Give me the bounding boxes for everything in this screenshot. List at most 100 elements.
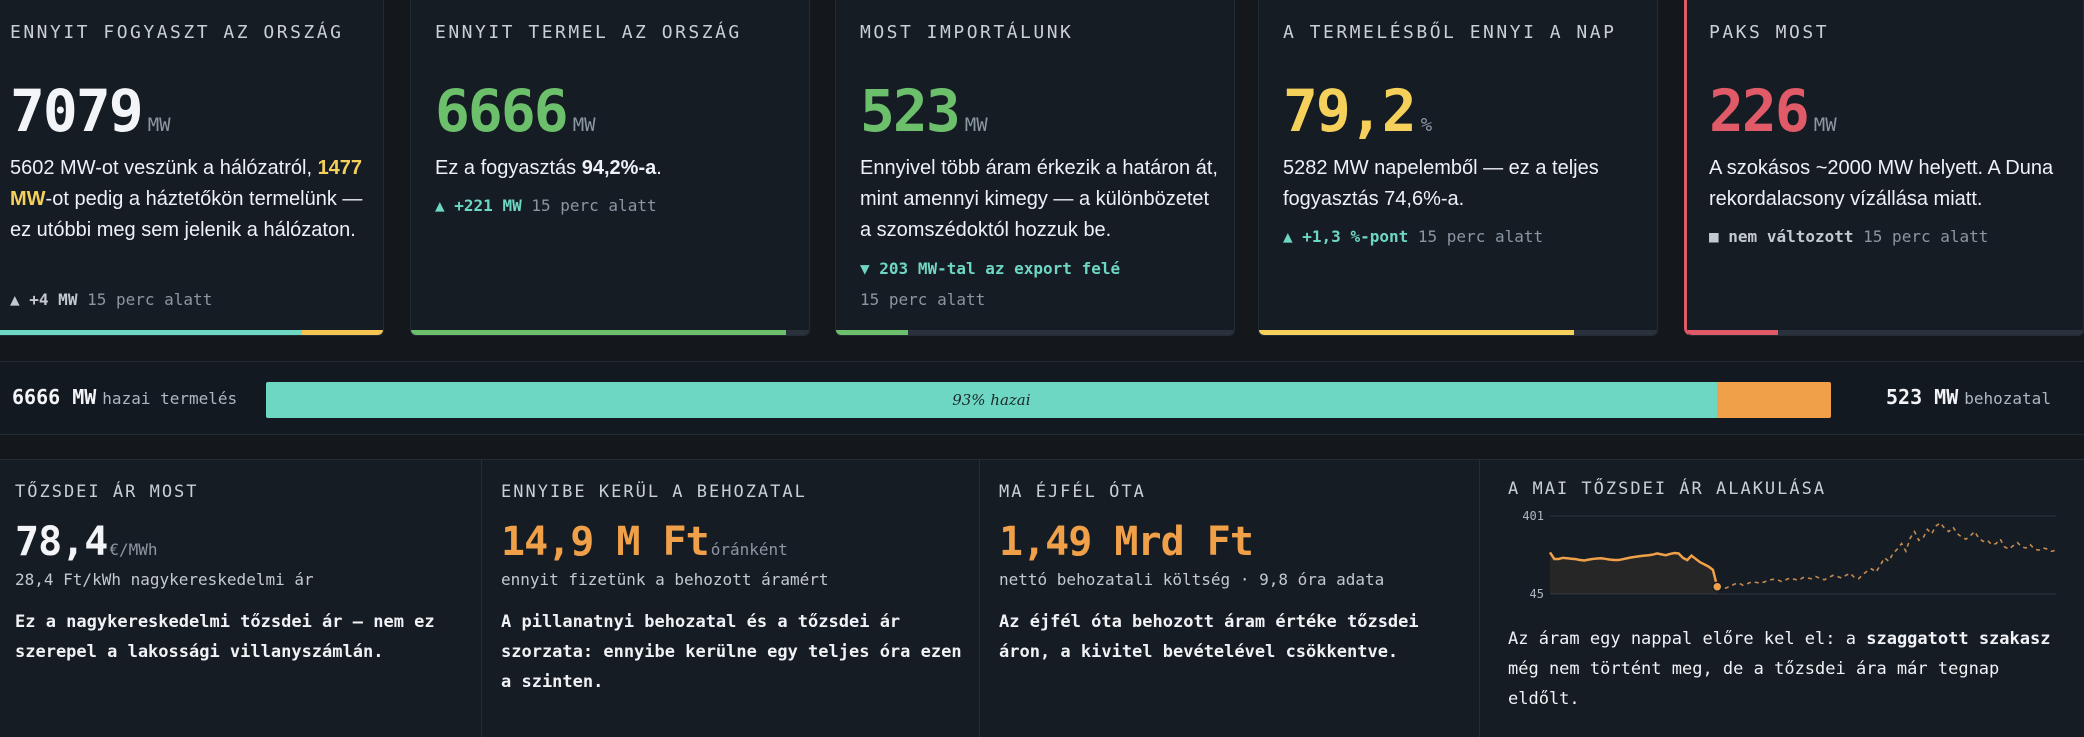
card-description: 5282 MW napelemből — ez a teljes fogyasz…	[1283, 153, 1641, 215]
panel-subtitle: 28,4 Ft/kWh nagykereskedelmi ár	[15, 570, 314, 589]
text-fragment: Az áram egy nappal előre kel el: a	[1508, 629, 1867, 649]
text-fragment: -ot pedig a háztetőkön termelünk — ez ut…	[10, 188, 363, 241]
domestic-production-caption: hazai termelés	[102, 389, 238, 408]
card-progress-bar	[1687, 330, 2083, 335]
exchange-price-panel: TŐZSDEI ÁR MOST 78,4 €/MWh 28,4 Ft/kWh na…	[0, 460, 481, 737]
progress-fill	[0, 330, 303, 335]
card-progress-bar	[411, 330, 809, 335]
card-label: MOST IMPORTÁLUNK	[860, 22, 1074, 43]
text-fragment: 5282 MW napelemből — ez a teljes fogyasz…	[1283, 157, 1599, 210]
panel-description: Az éjfél óta behozott áram értéke tőzsde…	[999, 612, 1419, 662]
card-label: ENNYIT TERMEL AZ ORSZÁG	[435, 22, 742, 43]
import-label: 523 MW behozatal	[1886, 385, 2051, 409]
panel-number: 14,9 M Ft	[501, 519, 710, 565]
panel-subtitle: nettó behozatali költség · 9,8 óra adata	[999, 570, 1385, 589]
card-number: 79,2	[1283, 77, 1417, 145]
domestic-production-value: 6666 MW	[12, 385, 97, 409]
panel-subtitle: ennyit fizetünk a behozott áramért	[501, 570, 829, 589]
card-progress-bar	[1259, 330, 1657, 335]
since-midnight-panel: MA ÉJFÉL ÓTA 1,49 Mrd Ft nettó behozatal…	[979, 460, 1479, 737]
price-chart-svg: 401 45	[1522, 509, 2057, 601]
card-change: ▲ +4 MW 15 perc alatt	[10, 290, 212, 309]
import-value: 523 MW	[1886, 385, 1959, 409]
import-share-fill	[1716, 382, 1831, 418]
text-fragment: szaggatott szakasz	[1866, 629, 2051, 649]
change-square-icon: ■	[1709, 227, 1719, 246]
panel-unit: €/MWh	[109, 540, 158, 559]
domestic-production-label: 6666 MW hazai termelés	[12, 385, 237, 409]
card-number: 226	[1709, 77, 1810, 145]
panel-label: TŐZSDEI ÁR MOST	[15, 482, 199, 502]
card-unit: MW	[572, 114, 596, 136]
card-label: PAKS MOST	[1709, 22, 1830, 43]
panel-description: Ez a nagykereskedelmi tőzsdei ár — nem e…	[15, 612, 435, 662]
card-value: 79,2%	[1283, 76, 1432, 160]
price-chart-panel: A MAI TŐZSDEI ÁR ALAKULÁSA 401 45 Az áram…	[1479, 460, 2084, 737]
import-card: MOST IMPORTÁLUNK 523 MW Ennyivel több ára…	[835, 0, 1235, 336]
domestic-share-text: 93% hazai	[952, 391, 1031, 409]
text-fragment: Ennyivel több áram érkezik a határon át,…	[860, 157, 1218, 241]
change-amount: +221 MW	[454, 196, 522, 215]
card-description: Ez a fogyasztás 94,2%-a.	[435, 153, 793, 184]
card-progress-bar	[0, 330, 383, 335]
panel-description: A pillanatnyi behozatal és a tőzsdei ár …	[501, 612, 962, 692]
card-label: A TERMELÉSBŐL ENNYI A NAP	[1283, 22, 1617, 43]
card-value: 226 MW	[1709, 76, 1837, 160]
panel-label: ENNYIBE KERÜL A BEHOZATAL	[501, 482, 807, 502]
progress-fill	[302, 330, 383, 335]
card-number: 6666	[435, 77, 569, 145]
card-change-period: 15 perc alatt	[860, 290, 986, 309]
text-fragment: .	[656, 157, 662, 179]
card-number: 523	[860, 77, 961, 145]
paks-card: PAKS MOST 226 MW A szokásos ~2000 MW hely…	[1684, 0, 2084, 336]
card-unit: MW	[147, 114, 171, 136]
card-description: Ennyivel több áram érkezik a határon át,…	[860, 153, 1218, 246]
current-price-dot	[1711, 581, 1723, 593]
price-panels-row: TŐZSDEI ÁR MOST 78,4 €/MWh 28,4 Ft/kWh na…	[0, 459, 2084, 737]
card-value: 523 MW	[860, 76, 988, 160]
panel-unit: óránként	[710, 540, 788, 559]
change-arrow-icon: ▲	[10, 290, 20, 309]
panel-value: 1,49 Mrd Ft	[999, 512, 1254, 572]
domestic-share-bar: 93% hazai	[266, 382, 1831, 418]
text-fragment: 94,2%-a	[581, 157, 657, 179]
panel-number: 1,49 Mrd Ft	[999, 519, 1254, 565]
change-amount: nem változott	[1728, 227, 1854, 246]
card-progress-bar	[836, 330, 1234, 335]
change-arrow-icon: ▲	[435, 196, 445, 215]
price-line-forecast	[1716, 521, 2057, 590]
progress-fill	[411, 330, 786, 335]
import-cost-panel: ENNYIBE KERÜL A BEHOZATAL 14,9 M Ft óránk…	[481, 460, 979, 737]
card-change: ■ nem változott 15 perc alatt	[1709, 227, 1988, 246]
change-arrow-icon: ▲	[1283, 227, 1293, 246]
card-unit: MW	[964, 114, 988, 136]
panel-label: MA ÉJFÉL ÓTA	[999, 482, 1146, 502]
y-tick-label: 45	[1530, 587, 1544, 601]
change-amount: 203 MW-tal az export felé	[879, 259, 1121, 278]
y-tick-label: 401	[1522, 509, 1544, 523]
card-value: 6666 MW	[435, 76, 596, 160]
import-caption: behozatal	[1964, 389, 2051, 408]
text-fragment: A szokásos ~2000 MW helyett. A Duna reko…	[1709, 157, 2054, 210]
panel-number: 78,4	[15, 519, 108, 565]
solar-share-card: A TERMELÉSBŐL ENNYI A NAP 79,2% 5282 MW …	[1258, 0, 1658, 336]
change-period: 15 perc alatt	[1863, 227, 1989, 246]
progress-fill	[836, 330, 908, 335]
change-amount: +1,3 %-pont	[1302, 227, 1409, 246]
panel-label: A MAI TŐZSDEI ÁR ALAKULÁSA	[1508, 479, 1827, 499]
change-amount: +4 MW	[29, 290, 78, 309]
card-value: 7079 MW	[10, 76, 171, 160]
text-fragment: 5602 MW-ot veszünk a hálózatról,	[10, 157, 318, 179]
change-arrow-icon: ▼	[860, 259, 870, 278]
progress-fill	[1687, 330, 1779, 335]
card-number: 7079	[10, 77, 144, 145]
production-card: ENNYIT TERMEL AZ ORSZÁG 6666 MW Ez a fogy…	[410, 0, 810, 336]
change-period: 15 perc alatt	[531, 196, 657, 215]
card-description: 5602 MW-ot veszünk a hálózatról, 1477 MW…	[10, 153, 367, 246]
domestic-share-strip: 6666 MW hazai termelés 93% hazai 523 MW be…	[0, 361, 2084, 435]
kpi-cards-row: ENNYIT FOGYASZT AZ ORSZÁG 7079 MW 5602 MW…	[0, 0, 2084, 337]
change-period: 15 perc alatt	[1417, 227, 1544, 246]
card-change: ▲ +1,3 %-pont 15 perc alatt	[1283, 227, 1543, 246]
card-change: ▼ 203 MW-tal az export felé	[860, 259, 1120, 278]
text-fragment: Ez a fogyasztás	[435, 157, 582, 179]
